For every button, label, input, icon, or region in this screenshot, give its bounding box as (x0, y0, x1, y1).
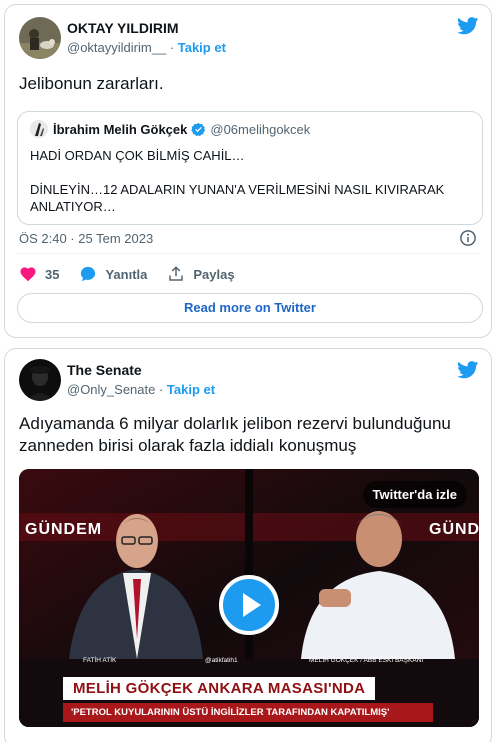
quoted-tweet[interactable]: İbrahim Melih Gökçek @06melihgokcek HADİ… (17, 111, 483, 225)
twitter-bird-icon[interactable] (457, 361, 479, 379)
tweet-header: The Senate @Only_Senate · Takip et (19, 359, 215, 401)
display-name[interactable]: The Senate (67, 361, 215, 379)
share-button[interactable]: Paylaş (167, 265, 235, 283)
user-handle[interactable]: @oktayyildirim__ (67, 40, 166, 55)
channel-logo-left: GÜNDEM (25, 521, 103, 538)
reply-button[interactable]: Yanıtla (79, 265, 147, 283)
avatar[interactable] (19, 17, 61, 59)
tweet-header: OKTAY YILDIRIM @oktayyildirim__ · Takip … (19, 17, 226, 59)
tweet-card-2: The Senate @Only_Senate · Takip et Adıya… (4, 348, 492, 742)
news-banner-title: MELİH GÖKÇEK ANKARA MASASI'NDA (63, 677, 376, 700)
reply-label: Yanıtla (105, 266, 148, 282)
timestamp[interactable]: ÖS 2:40 · 25 Tem 2023 (19, 231, 153, 246)
caption-right: MELİH GÖKÇEK / ABB ESKİ BAŞKANI (309, 657, 424, 664)
follow-button[interactable]: Takip et (167, 382, 215, 397)
share-icon (169, 266, 184, 281)
caption-mid: @atikfatih1 (205, 657, 238, 664)
quote-avatar (30, 120, 48, 138)
separator: · (166, 40, 178, 55)
news-banner-subtitle: 'PETROL KUYULARININ ÜSTÜ İNGİLİZLER TARA… (63, 703, 433, 722)
reply-bubble-icon (81, 266, 96, 282)
read-more-button[interactable]: Read more on Twitter (17, 293, 483, 323)
quote-display-name: İbrahim Melih Gökçek (53, 121, 188, 137)
caption-left: FATİH ATİK (83, 657, 117, 664)
quote-text: HADİ ORDAN ÇOK BİLMİŞ CAHİL… DİNLEYİN…12… (30, 148, 445, 214)
watch-on-twitter-button[interactable]: Twitter'da izle (362, 481, 467, 508)
like-count: 35 (45, 266, 60, 282)
display-name[interactable]: OKTAY YILDIRIM (67, 19, 226, 37)
share-label: Paylaş (193, 266, 235, 282)
divider (17, 253, 479, 254)
tweet-text: Jelibonun zararları. (19, 74, 164, 93)
follow-button[interactable]: Takip et (178, 40, 226, 55)
play-button[interactable] (219, 575, 279, 635)
twitter-bird-icon[interactable] (457, 17, 479, 35)
quote-handle: @06melihgokcek (210, 121, 311, 137)
video-player[interactable]: GÜNDEM GÜND FATİH ATİK @atikfatih1 MELİH… (19, 469, 479, 727)
channel-logo-right: GÜND (429, 521, 479, 538)
play-icon (243, 593, 261, 617)
avatar[interactable] (19, 359, 61, 401)
heart-icon (20, 267, 36, 282)
verified-badge-icon (191, 122, 206, 136)
tweet-text: Adıyamanda 6 milyar dolarlık jelibon rez… (19, 414, 451, 455)
action-bar: 35 Yanıtla Paylaş (19, 265, 255, 283)
info-icon[interactable] (459, 229, 477, 247)
tweet-card-1: OKTAY YILDIRIM @oktayyildirim__ · Takip … (4, 4, 492, 338)
like-button[interactable]: 35 (19, 265, 59, 283)
user-handle[interactable]: @Only_Senate (67, 382, 155, 397)
separator: · (155, 382, 167, 397)
